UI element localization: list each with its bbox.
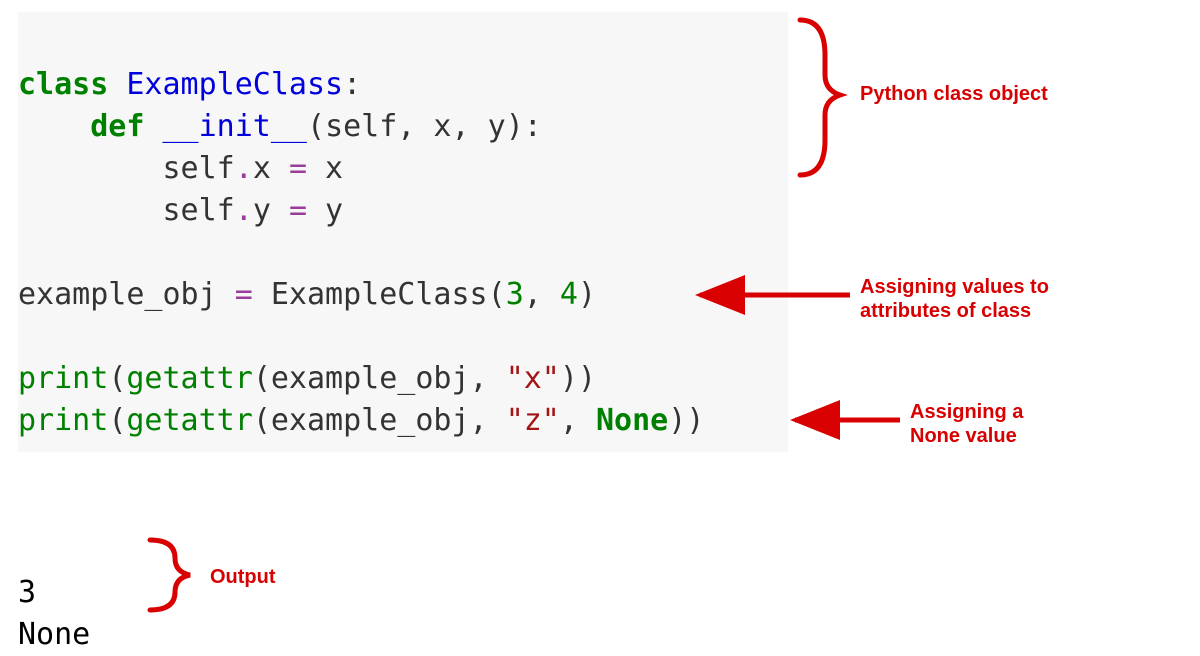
- keyword-class: class: [18, 67, 108, 102]
- annotation-assign-none: Assigning a None value: [910, 400, 1023, 448]
- init-fn: __init__: [163, 109, 308, 144]
- getattr-fn: getattr: [126, 403, 252, 438]
- class-name: ExampleClass: [126, 67, 343, 102]
- annotation-assign-attrs: Assigning values to attributes of class: [860, 275, 1049, 323]
- output-block: 3 None: [18, 530, 90, 656]
- keyword-def: def: [90, 109, 144, 144]
- output-line: 3: [18, 575, 36, 610]
- brace-icon: [800, 20, 840, 175]
- annotation-output: Output: [210, 565, 276, 589]
- annotation-class-object: Python class object: [860, 82, 1048, 106]
- output-line: None: [18, 617, 90, 652]
- print-fn: print: [18, 403, 108, 438]
- none-literal: None: [596, 403, 668, 438]
- getattr-fn: getattr: [126, 361, 252, 396]
- print-fn: print: [18, 361, 108, 396]
- code-block: class ExampleClass: def __init__(self, x…: [18, 12, 788, 452]
- brace-icon: [150, 540, 190, 610]
- params: self, x, y: [325, 109, 506, 144]
- var-name: example_obj: [18, 277, 235, 312]
